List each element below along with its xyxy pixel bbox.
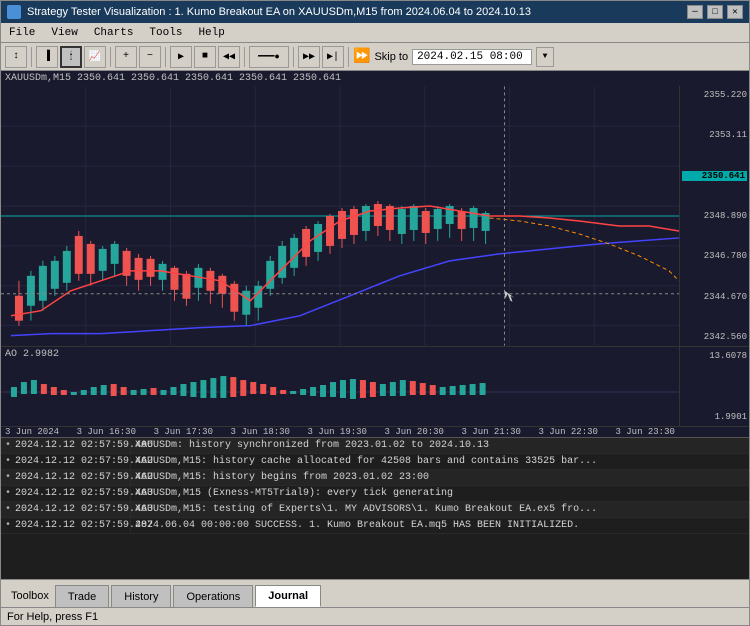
log-content: Time Message •2024.12.12 02:57:59.406 XA…	[1, 421, 749, 579]
log-msg-1: XAUUSDm: history synchronized from 2023.…	[131, 438, 749, 453]
tb-sep4	[244, 47, 245, 67]
time-axis: 3 Jun 2024 3 Jun 16:30 3 Jun 17:30 3 Jun…	[1, 426, 749, 437]
chart-header: XAUUSDm,M15 2350.641 2350.641 2350.641 2…	[1, 71, 749, 86]
menu-tools[interactable]: Tools	[141, 25, 190, 41]
tb-sep5	[293, 47, 294, 67]
tab-trade[interactable]: Trade	[55, 585, 109, 607]
time-6: 3 Jun 20:30	[385, 427, 444, 437]
tb-play[interactable]: ▶	[170, 46, 192, 68]
ao-canvas: AO 2.9982	[1, 347, 679, 426]
price-2353: 2353.11	[682, 130, 747, 140]
price-current: 2350.641	[682, 171, 747, 181]
chart-area: XAUUSDm,M15 2350.641 2350.641 2350.641 2…	[1, 71, 749, 399]
tb-stop[interactable]: ■	[194, 46, 216, 68]
menu-file[interactable]: File	[1, 25, 43, 41]
skip-to-label: Skip to	[374, 51, 408, 63]
time-8: 3 Jun 22:30	[538, 427, 597, 437]
tb-bar-chart[interactable]: ▐	[36, 46, 58, 68]
tab-bar: Toolbox Trade History Operations Journal	[1, 579, 749, 607]
chart-canvas[interactable]	[1, 86, 679, 346]
time-5: 3 Jun 19:30	[308, 427, 367, 437]
log-row[interactable]: •2024.12.12 02:57:59.406 XAUUSDm: histor…	[1, 438, 749, 454]
log-row[interactable]: •2024.12.12 02:57:59.462 XAUUSDm,M15: hi…	[1, 454, 749, 470]
price-2346: 2346.780	[682, 251, 747, 261]
tb-sep6	[348, 47, 349, 67]
log-row[interactable]: •2024.12.12 02:57:59.487 2024.06.04 00:0…	[1, 518, 749, 534]
tb-prev[interactable]: ◀◀	[218, 46, 240, 68]
skip-to-area: ⏩ Skip to ▼	[353, 47, 554, 67]
tb-sep2	[110, 47, 111, 67]
main-window: Strategy Tester Visualization : 1. Kumo …	[0, 0, 750, 626]
log-time-3: •2024.12.12 02:57:59.462	[1, 470, 131, 485]
menu-charts[interactable]: Charts	[86, 25, 142, 41]
tb-candle[interactable]: 🕯	[60, 46, 82, 68]
menu-view[interactable]: View	[43, 25, 85, 41]
close-button[interactable]: ✕	[727, 5, 743, 19]
app-icon	[7, 5, 21, 19]
time-4: 3 Jun 18:30	[231, 427, 290, 437]
title-bar: Strategy Tester Visualization : 1. Kumo …	[1, 1, 749, 23]
price-2344: 2344.670	[682, 292, 747, 302]
price-2348: 2348.890	[682, 211, 747, 221]
skip-to-dropdown[interactable]: ▼	[536, 47, 554, 67]
log-msg-4: XAUUSDm,M15 (Exness-MT5Trial9): every ti…	[131, 486, 749, 501]
tab-operations[interactable]: Operations	[173, 585, 253, 607]
status-text: For Help, press F1	[7, 611, 98, 623]
minimize-button[interactable]: ─	[687, 5, 703, 19]
price-axis: 2355.220 2353.11 2350.641 2348.890 2346.…	[679, 86, 749, 346]
time-1: 3 Jun 2024	[5, 427, 59, 437]
chart-container: 2355.220 2353.11 2350.641 2348.890 2346.…	[1, 86, 749, 346]
log-time-2: •2024.12.12 02:57:59.462	[1, 454, 131, 469]
log-row[interactable]: •2024.12.12 02:57:59.463 XAUUSDm,M15 (Ex…	[1, 486, 749, 502]
log-row[interactable]: •2024.12.12 02:57:59.463 XAUUSDm,M15: te…	[1, 502, 749, 518]
tb-skip-end[interactable]: ▶|	[322, 46, 344, 68]
tb-zoom-in[interactable]: +	[115, 46, 137, 68]
price-2355: 2355.220	[682, 90, 747, 100]
status-bar: For Help, press F1	[1, 607, 749, 625]
skip-to-input[interactable]	[412, 49, 532, 65]
time-labels: 3 Jun 2024 3 Jun 16:30 3 Jun 17:30 3 Jun…	[1, 427, 679, 437]
log-row[interactable]: •2024.12.12 02:57:59.462 XAUUSDm,M15: hi…	[1, 470, 749, 486]
time-7: 3 Jun 21:30	[462, 427, 521, 437]
log-msg-2: XAUUSDm,M15: history cache allocated for…	[131, 454, 749, 469]
chart-svg	[1, 86, 679, 346]
menu-help[interactable]: Help	[190, 25, 232, 41]
log-time-6: •2024.12.12 02:57:59.487	[1, 518, 131, 533]
tb-speed[interactable]: ━━━●	[249, 46, 289, 68]
menu-bar: File View Charts Tools Help	[1, 23, 749, 43]
ao-axis: 13.6078 1.9901	[679, 347, 749, 426]
skip-to-icon: ⏩	[353, 48, 370, 65]
maximize-button[interactable]: □	[707, 5, 723, 19]
toolbox-label: Toolbox	[5, 585, 55, 607]
log-msg-3: XAUUSDm,M15: history begins from 2023.01…	[131, 470, 749, 485]
tb-zoom-out[interactable]: −	[139, 46, 161, 68]
time-9: 3 Jun 23:30	[615, 427, 674, 437]
log-msg-6: 2024.06.04 00:00:00 SUCCESS. 1. Kumo Bre…	[131, 518, 749, 533]
log-time-5: •2024.12.12 02:57:59.463	[1, 502, 131, 517]
toolbar: ↕ ▐ 🕯 📈 + − ▶ ■ ◀◀ ━━━● ▶▶ ▶| ⏩ Skip to …	[1, 43, 749, 71]
title-controls[interactable]: ─ □ ✕	[687, 5, 743, 19]
log-time-4: •2024.12.12 02:57:59.463	[1, 486, 131, 501]
title-left: Strategy Tester Visualization : 1. Kumo …	[7, 5, 531, 19]
ao-panel: AO 2.9982	[1, 346, 749, 426]
main-area: XAUUSDm,M15 2350.641 2350.641 2350.641 2…	[1, 71, 749, 607]
log-time-1: •2024.12.12 02:57:59.406	[1, 438, 131, 453]
window-title: Strategy Tester Visualization : 1. Kumo …	[27, 6, 531, 18]
tb-arrow[interactable]: ↕	[5, 46, 27, 68]
price-2342: 2342.560	[682, 332, 747, 342]
time-2: 3 Jun 16:30	[77, 427, 136, 437]
tb-sep3	[165, 47, 166, 67]
tab-history[interactable]: History	[111, 585, 171, 607]
ao-label: AO 2.9982	[1, 347, 679, 362]
ao-high: 13.6078	[682, 351, 747, 361]
ao-svg	[1, 362, 679, 422]
tab-journal[interactable]: Journal	[255, 585, 321, 607]
log-msg-5: XAUUSDm,M15: testing of Experts\1. MY AD…	[131, 502, 749, 517]
ao-low: 1.9901	[682, 412, 747, 422]
tb-sep1	[31, 47, 32, 67]
tb-skip-fwd[interactable]: ▶▶	[298, 46, 320, 68]
time-3: 3 Jun 17:30	[154, 427, 213, 437]
tb-line-chart[interactable]: 📈	[84, 46, 106, 68]
